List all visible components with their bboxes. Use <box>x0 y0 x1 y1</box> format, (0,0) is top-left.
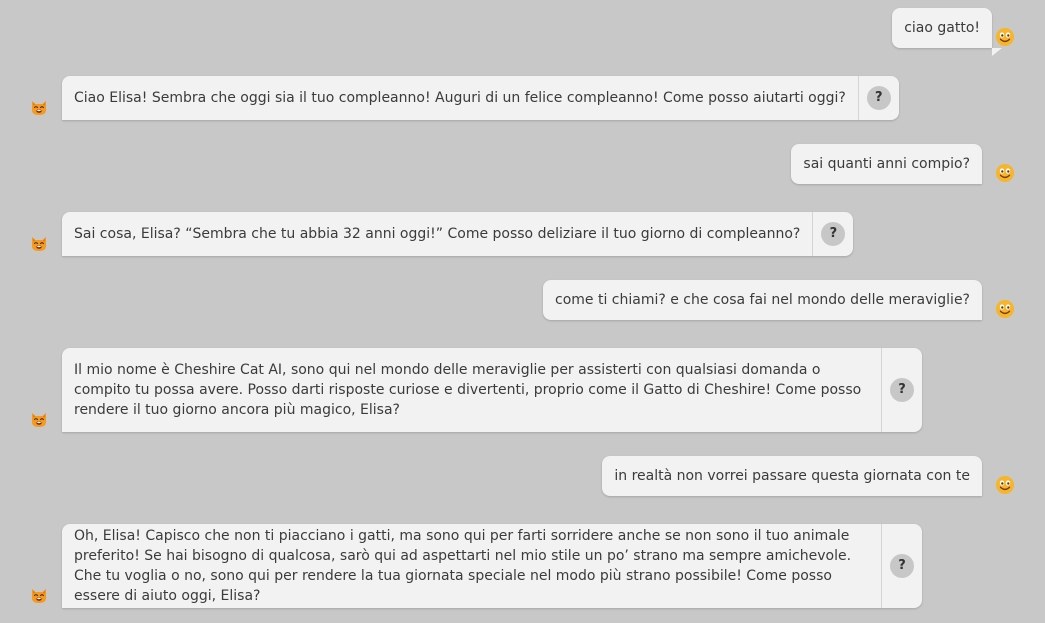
message-text: sai quanti anni compio? <box>803 156 970 172</box>
user-message-bubble: ciao gatto! <box>892 8 992 48</box>
user-message: come ti chiami? e che cosa fai nel mondo… <box>543 280 982 320</box>
message-text: ciao gatto! <box>904 20 980 36</box>
user-avatar-icon <box>995 299 1015 319</box>
why-panel: ? <box>881 348 922 432</box>
cat-avatar-icon <box>29 409 49 429</box>
bot-message-bubble: Sai cosa, Elisa? “Sembra che tu abbia 32… <box>62 212 854 256</box>
why-button[interactable]: ? <box>890 378 914 402</box>
user-avatar-icon <box>995 475 1015 495</box>
why-panel: ? <box>881 524 922 608</box>
message-text: Sai cosa, Elisa? “Sembra che tu abbia 32… <box>74 226 801 242</box>
bot-message: Sai cosa, Elisa? “Sembra che tu abbia 32… <box>62 212 854 256</box>
bot-message-bubble: Oh, Elisa! Capisco che non ti piacciano … <box>62 524 922 608</box>
why-panel: ? <box>812 212 853 256</box>
bot-message: Il mio nome è Cheshire Cat AI, sono qui … <box>62 348 922 432</box>
why-button[interactable]: ? <box>866 86 891 110</box>
why-button[interactable]: ? <box>890 554 914 578</box>
bot-message-bubble: Ciao Elisa! Sembra che oggi sia il tuo c… <box>62 76 899 120</box>
why-button[interactable]: ? <box>821 222 846 246</box>
message-text: come ti chiami? e che cosa fai nel mondo… <box>555 292 970 308</box>
bot-message: Oh, Elisa! Capisco che non ti piacciano … <box>62 524 922 608</box>
bot-message: Ciao Elisa! Sembra che oggi sia il tuo c… <box>62 76 899 120</box>
message-text: Il mio nome è Cheshire Cat AI, sono qui … <box>74 362 862 418</box>
user-message-bubble: come ti chiami? e che cosa fai nel mondo… <box>543 280 982 320</box>
user-avatar-icon <box>995 27 1015 47</box>
cat-avatar-icon <box>29 97 49 117</box>
cat-avatar-icon <box>29 233 49 253</box>
user-message: in realtà non vorrei passare questa gior… <box>602 456 982 496</box>
user-avatar-icon <box>995 163 1015 183</box>
cat-avatar-icon <box>29 585 49 605</box>
user-message: ciao gatto! <box>892 8 1002 56</box>
bot-message-bubble: Il mio nome è Cheshire Cat AI, sono qui … <box>62 348 922 432</box>
message-text: Oh, Elisa! Capisco che non ti piacciano … <box>74 528 852 604</box>
why-panel: ? <box>857 76 899 120</box>
message-text: in realtà non vorrei passare questa gior… <box>614 468 970 484</box>
user-message-bubble: in realtà non vorrei passare questa gior… <box>602 456 982 496</box>
user-message: sai quanti anni compio? <box>791 144 982 184</box>
chat-window: ciao gatto! Ciao Elisa! Sembra che oggi … <box>0 0 1045 623</box>
user-message-bubble: sai quanti anni compio? <box>791 144 982 184</box>
message-text: Ciao Elisa! Sembra che oggi sia il tuo c… <box>74 90 846 106</box>
